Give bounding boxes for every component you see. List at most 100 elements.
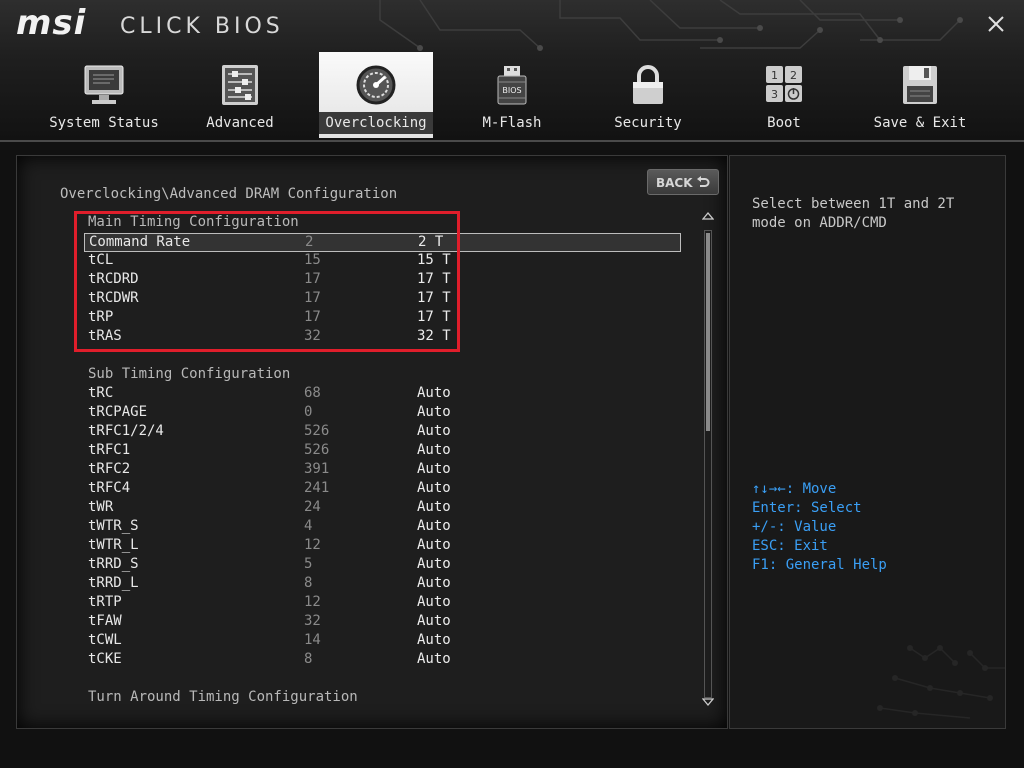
tab-m-flash[interactable]: BIOS M-Flash [455, 52, 569, 138]
setting-name: tRRD_S [88, 556, 139, 572]
setting-name: tCWL [88, 632, 122, 648]
setting-row-twtr-s[interactable]: tWTR_S 4 Auto [84, 518, 681, 537]
setting-current: 241 [304, 480, 330, 496]
setting-current: 68 [304, 385, 321, 401]
close-button[interactable] [984, 12, 1008, 36]
lock-icon [633, 65, 663, 104]
setting-current: 12 [304, 594, 321, 610]
setting-value: Auto [417, 556, 451, 572]
setting-value: Auto [417, 480, 451, 496]
setting-current: 8 [304, 651, 313, 667]
setting-name: tRRD_L [88, 575, 139, 591]
main-timing-highlight [74, 211, 460, 352]
setting-name: tRFC1 [88, 442, 131, 458]
setting-row-trrd-l[interactable]: tRRD_L 8 Auto [84, 575, 681, 594]
setting-name: tRC [88, 385, 114, 401]
setting-value: Auto [417, 499, 451, 515]
setting-row-tcwl[interactable]: tCWL 14 Auto [84, 632, 681, 651]
setting-value: Auto [417, 632, 451, 648]
setting-current: 526 [304, 423, 330, 439]
setting-name: tWTR_S [88, 518, 139, 534]
scroll-thumb[interactable] [706, 233, 710, 431]
setting-current: 32 [304, 613, 321, 629]
setting-value: Auto [417, 518, 451, 534]
setting-row-tcke[interactable]: tCKE 8 Auto [84, 651, 681, 670]
setting-row-trfc1[interactable]: tRFC1 526 Auto [84, 442, 681, 461]
setting-row-trcpage[interactable]: tRCPAGE 0 Auto [84, 404, 681, 423]
tab-advanced[interactable]: Advanced [183, 52, 297, 138]
close-icon [988, 16, 1004, 32]
setting-current: 8 [304, 575, 313, 591]
setting-current: 526 [304, 442, 330, 458]
setting-value: Auto [417, 385, 451, 401]
key-help-list: ↑↓→←: Move Enter: Select +/-: Value ESC:… [752, 480, 887, 575]
tab-label: Advanced [206, 115, 274, 131]
tab-overclocking[interactable]: Overclocking [319, 52, 433, 138]
setting-value: Auto [417, 613, 451, 629]
setting-value: Auto [417, 423, 451, 439]
setting-value: Auto [417, 404, 451, 420]
setting-row-tfaw[interactable]: tFAW 32 Auto [84, 613, 681, 632]
bios-window: msi CLICK BIOS System Status Advanced Ov… [0, 0, 1024, 768]
setting-name: tCKE [88, 651, 122, 667]
setting-value: Auto [417, 537, 451, 553]
tab-label: M-Flash [482, 115, 542, 131]
setting-row-trfc4[interactable]: tRFC4 241 Auto [84, 480, 681, 499]
scroll-up-icon[interactable] [702, 210, 714, 222]
setting-current: 12 [304, 537, 321, 553]
setting-name: tFAW [88, 613, 122, 629]
setting-name: tWTR_L [88, 537, 139, 553]
setting-row-trtp[interactable]: tRTP 12 Auto [84, 594, 681, 613]
setting-row-trfc124[interactable]: tRFC1/2/4 526 Auto [84, 423, 681, 442]
setting-value: Auto [417, 575, 451, 591]
scroll-track[interactable] [704, 230, 712, 698]
setting-name: tRTP [88, 594, 122, 610]
sub-timing-title: Sub Timing Configuration [88, 366, 291, 382]
tab-system-status[interactable]: System Status [47, 52, 161, 138]
tab-label: Save & Exit [873, 115, 967, 131]
setting-current: 24 [304, 499, 321, 515]
key-help-move: ↑↓→←: Move [752, 481, 837, 497]
setting-value: Auto [417, 461, 451, 477]
setting-row-trc[interactable]: tRC 68 Auto [84, 385, 681, 404]
setting-current: 4 [304, 518, 313, 534]
setting-row-trrd-s[interactable]: tRRD_S 5 Auto [84, 556, 681, 575]
setting-value: Auto [417, 442, 451, 458]
svg-text:BIOS: BIOS [502, 86, 521, 95]
setting-name: tRCPAGE [88, 404, 148, 420]
setting-row-trfc2[interactable]: tRFC2 391 Auto [84, 461, 681, 480]
key-help-value: +/-: Value [752, 519, 837, 535]
scrollbar[interactable] [702, 210, 714, 710]
setting-value: Auto [417, 594, 451, 610]
gauge-icon [356, 65, 396, 105]
back-label: BACK [656, 176, 693, 190]
setting-row-twtr-l[interactable]: tWTR_L 12 Auto [84, 537, 681, 556]
back-button[interactable]: BACK [647, 169, 719, 195]
setting-name: tRFC4 [88, 480, 131, 496]
scroll-down-icon[interactable] [702, 696, 714, 708]
key-help-general: F1: General Help [752, 557, 887, 573]
sliders-icon [222, 65, 258, 105]
tab-label: Security [614, 115, 682, 131]
svg-text:1: 1 [771, 69, 778, 82]
help-description: Select between 1T and 2T mode on ADDR/CM… [752, 196, 955, 231]
setting-current: 5 [304, 556, 313, 572]
header-bar: msi CLICK BIOS System Status Advanced Ov… [0, 0, 1024, 142]
click-bios-title: CLICK BIOS [120, 14, 284, 39]
floppy-icon [903, 66, 937, 104]
turn-around-title[interactable]: Turn Around Timing Configuration [88, 689, 358, 705]
svg-text:3: 3 [771, 88, 778, 101]
tab-save-exit[interactable]: Save & Exit [863, 52, 977, 138]
boot-order-icon: 1 2 3 [766, 66, 802, 102]
setting-current: 0 [304, 404, 313, 420]
tab-security[interactable]: Security [591, 52, 705, 138]
setting-row-twr[interactable]: tWR 24 Auto [84, 499, 681, 518]
back-arrow-icon [697, 176, 710, 187]
setting-value: Auto [417, 651, 451, 667]
setting-name: tWR [88, 499, 114, 515]
tab-label: System Status [49, 115, 159, 131]
help-panel [729, 155, 1006, 729]
usb-bios-icon: BIOS [497, 66, 527, 105]
tab-boot[interactable]: 1 2 3 Boot [727, 52, 841, 138]
setting-name: tRFC2 [88, 461, 131, 477]
